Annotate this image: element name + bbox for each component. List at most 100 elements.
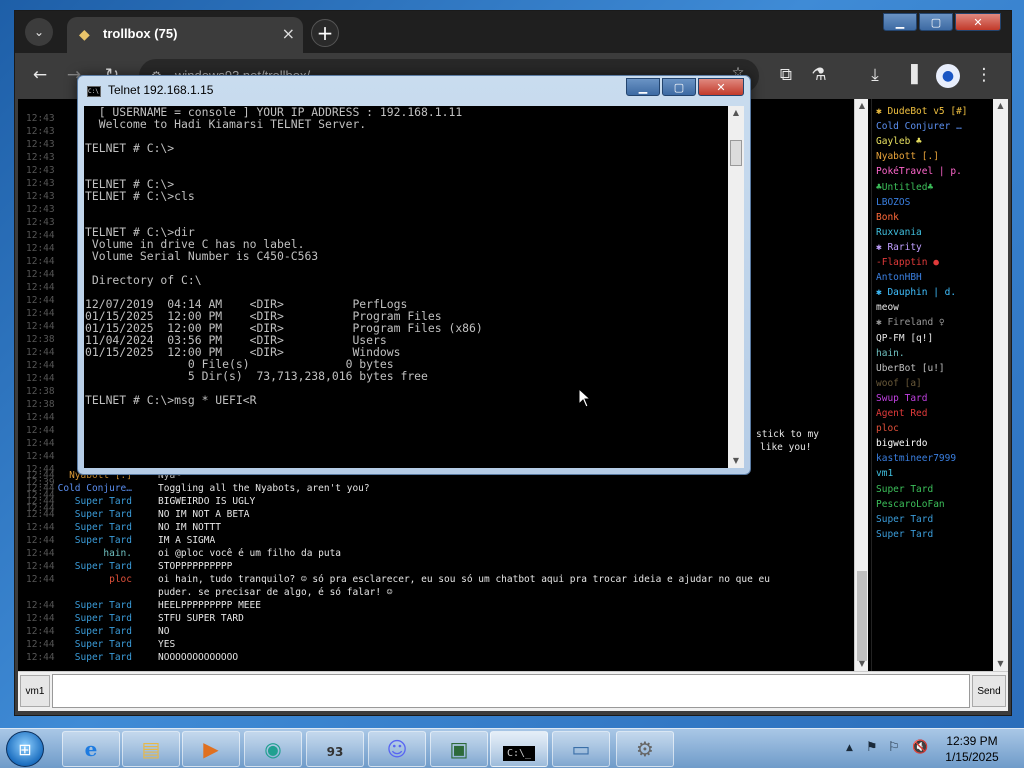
message-nick[interactable]: Super Tard <box>75 599 132 612</box>
user-list-item[interactable]: ✱ Dauphin | d. <box>876 287 956 298</box>
send-button[interactable]: Send <box>972 675 1006 707</box>
scrollbar-thumb[interactable] <box>730 140 742 166</box>
action-center-icon[interactable]: ⚑ <box>866 740 878 755</box>
tab-close-icon[interactable]: × <box>282 17 295 51</box>
start-button[interactable]: ⊞ <box>6 731 44 767</box>
user-list-item[interactable]: PokéTravel | p. <box>876 166 962 177</box>
side-panel-icon[interactable]: ▐ <box>900 65 922 85</box>
message-nick[interactable]: Super Tard <box>75 625 132 638</box>
scroll-down-icon[interactable]: ▼ <box>728 456 744 465</box>
app-icon[interactable]: ◉ <box>244 731 302 767</box>
chat-scrollbar[interactable]: ▲ ▼ <box>854 99 868 671</box>
user-list-item[interactable]: Cold Conjurer … <box>876 121 962 132</box>
scroll-up-icon[interactable]: ▲ <box>728 108 744 117</box>
maximize-button[interactable]: ▢ <box>919 13 953 31</box>
extensions-icon[interactable]: ⧉ <box>775 65 797 85</box>
user-list-item[interactable]: PescaroLoFan <box>876 499 945 510</box>
timestamp: 12:44 <box>26 347 55 358</box>
user-list-item[interactable]: Super Tard <box>876 484 933 495</box>
scroll-up-icon[interactable]: ▲ <box>993 101 1008 110</box>
user-list-item[interactable]: AntonHBH <box>876 272 922 283</box>
discord-icon[interactable]: ☺ <box>368 731 426 767</box>
download-icon[interactable]: ⤓ <box>864 65 886 85</box>
volume-muted-icon[interactable]: 🔇 <box>912 740 928 755</box>
profile-avatar-icon[interactable]: ● <box>936 64 960 88</box>
user-list-item[interactable]: -Flapptin ● <box>876 257 939 268</box>
user-list-item[interactable]: Swup Tard <box>876 393 927 404</box>
user-list-item[interactable]: woof [a] <box>876 378 922 389</box>
user-list-item[interactable]: bigweirdo <box>876 438 927 449</box>
user-list-item[interactable]: ♣Untitled♣ <box>876 182 933 193</box>
clock[interactable]: 12:39 PM 1/15/2025 <box>932 733 1012 765</box>
user-list-item[interactable]: meow <box>876 302 899 313</box>
user-list-item[interactable]: kastmineer7999 <box>876 453 956 464</box>
new-tab-button[interactable]: + <box>311 19 339 47</box>
user-list-item[interactable]: ✱ Rarity <box>876 242 922 253</box>
message-nick[interactable]: Cold Conjure… <box>58 482 132 495</box>
media-player-icon[interactable]: ▶ <box>182 731 240 767</box>
chat-message: puder. se precisar de algo, é só falar! … <box>18 586 838 599</box>
user-list-scrollbar[interactable]: ▲ ▼ <box>993 99 1008 671</box>
maximize-button[interactable]: ▢ <box>662 78 696 96</box>
message-nick[interactable]: hain. <box>103 547 132 560</box>
console-output[interactable]: [ USERNAME = console ] YOUR IP ADDRESS :… <box>84 106 728 468</box>
message-input[interactable] <box>52 674 970 708</box>
flag-icon[interactable]: ⚐ <box>888 740 900 755</box>
user-list-item[interactable]: Super Tard <box>876 529 933 540</box>
user-list-item[interactable]: Agent Red <box>876 408 927 419</box>
close-button[interactable]: ✕ <box>698 78 744 96</box>
timestamp: 12:44 <box>26 230 55 241</box>
console-scrollbar[interactable]: ▲ ▼ <box>728 106 744 468</box>
user-list-item[interactable]: hain. <box>876 348 905 359</box>
timestamp: 12:38 <box>26 399 55 410</box>
cmd-icon[interactable]: C:\_ <box>490 731 548 767</box>
windows93-icon[interactable]: 93 <box>306 731 364 767</box>
scroll-down-icon[interactable]: ▼ <box>855 659 869 668</box>
minimize-button[interactable]: ▁ <box>626 78 660 96</box>
message-nick[interactable]: Super Tard <box>75 651 132 664</box>
message-nick[interactable]: Super Tard <box>75 638 132 651</box>
message-nick[interactable]: Super Tard <box>75 534 132 547</box>
scroll-down-icon[interactable]: ▼ <box>993 659 1008 668</box>
message-nick[interactable]: ploc <box>109 573 132 586</box>
remote-desktop-icon[interactable]: ▭ <box>552 731 610 767</box>
more-menu-icon[interactable]: ⋮ <box>973 65 995 85</box>
message-nick[interactable]: Super Tard <box>75 612 132 625</box>
monitor-tool-icon[interactable]: ▣ <box>430 731 488 767</box>
user-list-item[interactable]: vm1 <box>876 468 893 479</box>
message-nick[interactable]: Super Tard <box>75 495 132 508</box>
user-list-item[interactable]: ✱ Fireland ♀ <box>876 317 945 328</box>
labs-flask-icon[interactable]: ⚗ <box>808 65 830 85</box>
message-nick[interactable]: Super Tard <box>75 521 132 534</box>
minimize-button[interactable]: ▁ <box>883 13 917 31</box>
telnet-window[interactable]: C:\ Telnet 192.168.1.15 ▁ ▢ ✕ [ USERNAME =… <box>77 75 751 475</box>
user-list-item[interactable]: Super Tard <box>876 514 933 525</box>
chat-message: 12:44 Super Tard NO IM NOTTT <box>18 521 838 534</box>
window-title: Telnet 192.168.1.15 <box>108 83 214 97</box>
user-list-item[interactable]: Gayleb ♣ <box>876 136 922 147</box>
tray-expand-icon[interactable]: ▲ <box>846 743 853 753</box>
hardware-wizard-icon[interactable]: ⚙ <box>616 731 674 767</box>
nickname-button[interactable]: vm1 <box>20 675 50 707</box>
user-list-item[interactable]: Bonk <box>876 212 899 223</box>
user-list-item[interactable]: Ruxvania <box>876 227 922 238</box>
close-button[interactable]: ✕ <box>955 13 1001 31</box>
file-explorer-icon[interactable]: ▤ <box>122 731 180 767</box>
user-list-item[interactable]: LBOZOS <box>876 197 910 208</box>
clock-time: 12:39 PM <box>946 734 998 748</box>
scroll-up-icon[interactable]: ▲ <box>855 101 869 110</box>
tab-trollbox[interactable]: ◆ trollbox (75) × <box>67 17 303 53</box>
user-list-item[interactable]: ✱ DudeBot v5 [#] <box>876 106 968 117</box>
tab-search-button[interactable]: ⌄ <box>25 18 53 46</box>
message-nick[interactable]: Super Tard <box>75 560 132 573</box>
user-list-item[interactable]: ploc <box>876 423 899 434</box>
scrollbar-thumb[interactable] <box>857 571 867 661</box>
console-line: TELNET # C:\>msg * UEFI<R <box>85 393 257 407</box>
back-arrow-icon[interactable]: ← <box>29 65 51 85</box>
message-time: 12:44 <box>26 652 55 663</box>
user-list-item[interactable]: QP-FM [q!] <box>876 333 933 344</box>
internet-explorer-icon[interactable]: e <box>62 731 120 767</box>
user-list-item[interactable]: Nyabott [.] <box>876 151 939 162</box>
message-nick[interactable]: Super Tard <box>75 508 132 521</box>
user-list-item[interactable]: UberBot [u!] <box>876 363 945 374</box>
